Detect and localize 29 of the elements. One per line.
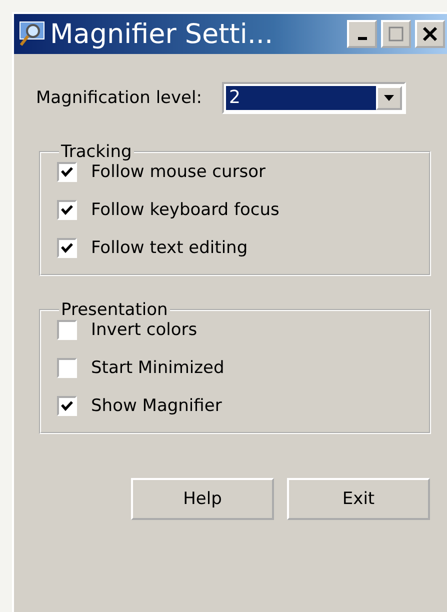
checkmark-icon xyxy=(61,242,73,254)
checkbox-label[interactable]: Follow mouse cursor xyxy=(91,162,266,182)
maximize-icon xyxy=(388,26,404,42)
group-title: Presentation xyxy=(60,300,169,320)
checkbox[interactable] xyxy=(57,396,77,416)
help-button[interactable]: Help xyxy=(131,478,274,520)
checkbox-label[interactable]: Follow text editing xyxy=(91,238,248,258)
close-icon xyxy=(422,26,438,42)
window-title: Magnifier Setti... xyxy=(50,18,274,50)
minimize-icon xyxy=(358,37,366,40)
checkbox[interactable] xyxy=(57,238,77,258)
checkbox-label[interactable]: Start Minimized xyxy=(91,358,224,378)
checkmark-icon xyxy=(61,400,73,412)
checkbox[interactable] xyxy=(57,200,77,220)
checkbox-label[interactable]: Invert colors xyxy=(91,320,198,340)
checkmark-icon xyxy=(61,204,73,216)
checkbox-label[interactable]: Show Magnifier xyxy=(91,396,222,416)
magnification-label: Magnification level: xyxy=(36,88,202,108)
close-button[interactable] xyxy=(415,20,445,48)
exit-button[interactable]: Exit xyxy=(287,478,430,520)
group-title: Tracking xyxy=(60,142,133,162)
checkbox[interactable] xyxy=(57,320,77,340)
minimize-button[interactable] xyxy=(347,20,377,48)
checkbox[interactable] xyxy=(57,358,77,378)
magnifier-icon xyxy=(18,20,46,48)
checkbox-label[interactable]: Follow keyboard focus xyxy=(91,200,280,220)
checkmark-icon xyxy=(61,166,73,178)
magnification-dropdown[interactable]: 2 xyxy=(222,82,406,114)
checkbox[interactable] xyxy=(57,162,77,182)
